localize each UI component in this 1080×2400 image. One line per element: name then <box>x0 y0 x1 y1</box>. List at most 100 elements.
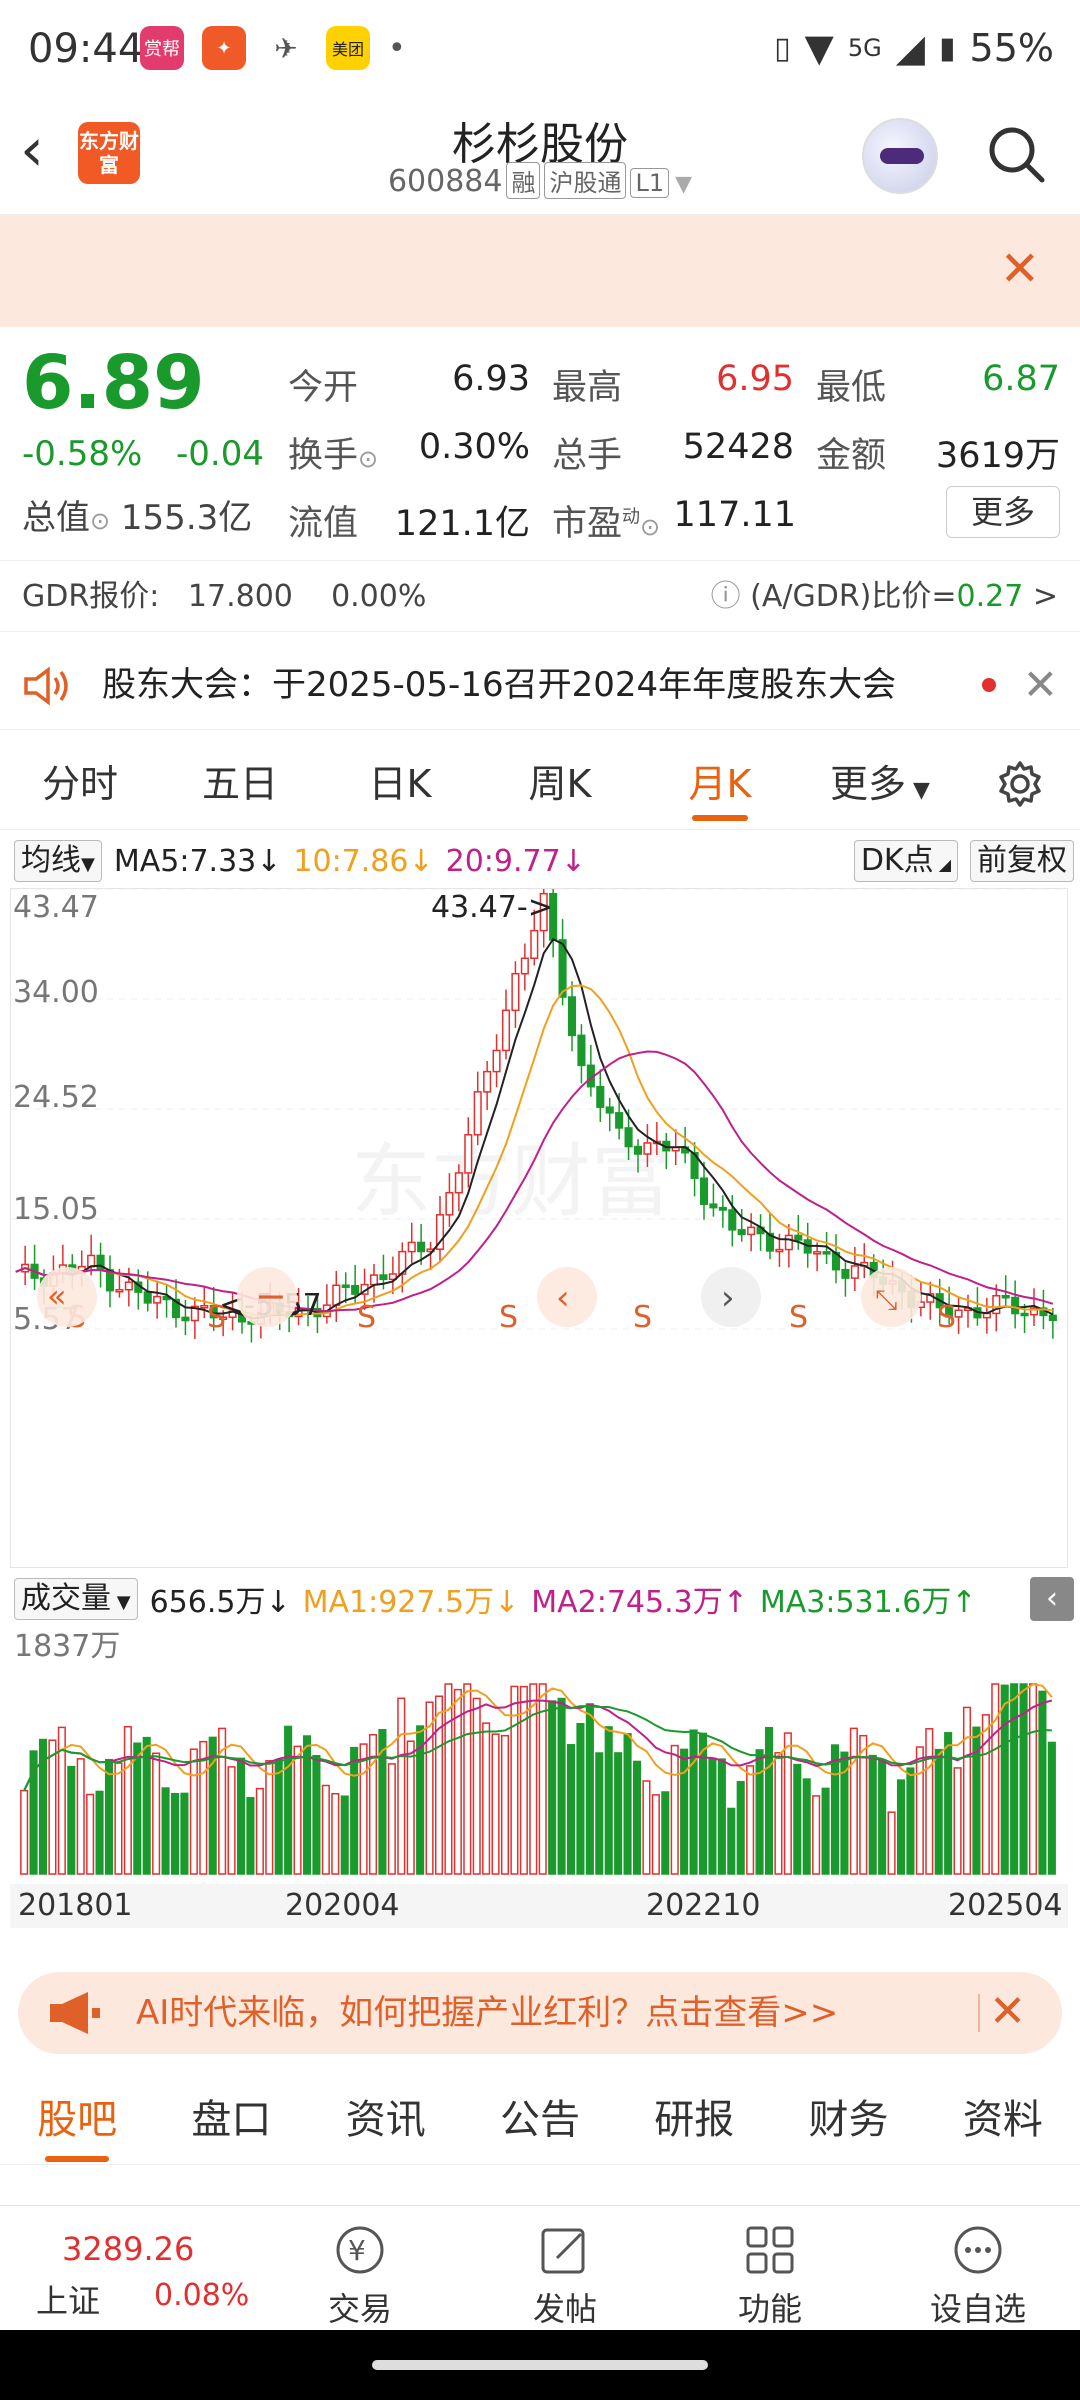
tab-monthly-k[interactable]: 月K <box>640 738 800 829</box>
volume-bar <box>331 1793 340 1875</box>
quote-label: 换手⊙ <box>288 427 378 478</box>
info-icon[interactable]: ⊙ <box>640 513 660 541</box>
notice-text: 股东大会：于2025-05-16召开2024年年度股东大会 <box>102 665 897 705</box>
candle-body <box>520 957 529 975</box>
functions-button[interactable]: 功能 <box>700 2222 840 2330</box>
x-label: 202210 <box>646 1888 761 1923</box>
settings-gear-svg <box>999 761 1041 807</box>
tab-pankou[interactable]: 盘口 <box>154 2075 308 2164</box>
tab-five-day[interactable]: 五日 <box>160 738 320 829</box>
volume-bar <box>557 1697 566 1875</box>
volume-ma-line <box>23 1705 1052 1792</box>
volume-bar <box>284 1725 293 1875</box>
gdr-row[interactable]: GDR报价: 17.800 0.00% ⓘ (A/GDR)比价=0.27 > <box>0 560 1080 632</box>
volume-bar <box>359 1743 368 1875</box>
volume-bar <box>651 1794 660 1875</box>
tab-weekly-k[interactable]: 周K <box>480 738 640 829</box>
volume-bar <box>491 1733 500 1875</box>
volume-bar <box>793 1763 802 1875</box>
candle-body <box>615 1112 624 1129</box>
tab-news[interactable]: 资讯 <box>309 2075 463 2164</box>
candle-body <box>718 1206 727 1211</box>
candle-body <box>501 1009 511 1052</box>
pe-type: 动 <box>622 505 641 527</box>
add-watchlist-label: 设自选 <box>929 2290 1026 2328</box>
adjust-button[interactable]: 前复权 <box>970 840 1074 882</box>
dk-point-button[interactable]: DK点 ◢ <box>853 840 958 882</box>
info-icon[interactable]: ⊙ <box>90 507 110 535</box>
volume-ma3-text: MA3:531.6万 <box>759 1585 952 1620</box>
chart-grid <box>11 888 1067 1330</box>
volume-bar <box>227 1766 236 1875</box>
trade-button[interactable]: ¥ 交易 <box>290 2222 430 2330</box>
candle-body <box>407 1241 416 1253</box>
candlestick-chart[interactable]: 东方财富 43.47 34.00 24.52 15.05 5.57 43.47-… <box>10 879 1068 1568</box>
quote-cell: 最高 6.95 <box>552 359 816 410</box>
post-button[interactable]: 发帖 <box>495 2222 635 2330</box>
close-icon[interactable]: ✕ <box>989 1986 1026 2037</box>
volume-bar <box>529 1683 538 1875</box>
volume-bar <box>76 1758 85 1875</box>
volume-bar <box>161 1787 170 1875</box>
candle-body <box>643 1142 652 1155</box>
tab-intraday[interactable]: 分时 <box>0 738 160 829</box>
promo-banner[interactable]: AI时代来临，如何把握产业红利？点击查看>> ✕ <box>18 1972 1062 2054</box>
home-indicator[interactable] <box>372 2360 708 2370</box>
index-ticker[interactable]: 3289.26 上证 0.08% <box>36 2230 249 2322</box>
volume-bar <box>397 1697 406 1875</box>
candle-body <box>1011 1296 1020 1315</box>
quote-value: 52428 <box>682 426 794 467</box>
candle-body <box>709 1203 718 1209</box>
tab-guba[interactable]: 股吧 <box>0 2075 154 2164</box>
ma20-text: 20:9.77 <box>445 843 561 879</box>
volume-bar <box>887 1811 896 1875</box>
scroll-left-button[interactable]: ‹ <box>537 1267 597 1327</box>
network-type: 5G <box>847 34 882 62</box>
tab-more[interactable]: 更多 ▼ <box>800 738 960 829</box>
gear-icon[interactable] <box>960 738 1080 829</box>
assistant-avatar[interactable] <box>862 118 938 194</box>
total-value-amount: 155.3亿 <box>120 498 253 538</box>
x-label: 201801 <box>18 1888 133 1923</box>
volume-selector[interactable]: 成交量 ▼ <box>14 1578 138 1620</box>
quote-label: 市盈动⊙ <box>552 495 660 546</box>
tab-research[interactable]: 研报 <box>617 2075 771 2164</box>
candle-body <box>464 1134 473 1174</box>
volume-chart[interactable]: 1837万 <box>10 1626 1068 1876</box>
tag-level: L1 <box>630 168 670 198</box>
volume-bar <box>189 1748 198 1875</box>
close-icon[interactable]: ✕ <box>1000 241 1040 297</box>
ma-selector[interactable]: 均线▼ <box>14 840 102 882</box>
volume-bar <box>368 1734 378 1875</box>
fullscreen-button[interactable]: ⤡ <box>861 1267 921 1327</box>
gdr-ratio[interactable]: ⓘ (A/GDR)比价=0.27 > <box>711 561 1058 633</box>
quote-cell: 市盈动⊙ 117.11 <box>552 495 796 546</box>
more-button[interactable]: 更多 <box>946 486 1060 538</box>
candle-body <box>850 1265 859 1279</box>
app-icon: 美团 <box>326 26 370 70</box>
collapse-icon[interactable]: ‹ <box>1030 1577 1074 1621</box>
info-icon[interactable]: ⊙ <box>358 445 378 473</box>
y-tick-label: 34.00 <box>13 975 99 1010</box>
system-nav-bar <box>0 2330 1080 2400</box>
candle-body <box>605 1106 614 1114</box>
rewind-button[interactable]: « <box>37 1267 97 1327</box>
quote-value: 0.30% <box>418 426 530 467</box>
tab-finance[interactable]: 财务 <box>771 2075 925 2164</box>
add-watchlist-button[interactable]: 设自选 <box>908 2222 1048 2330</box>
tab-profile[interactable]: 资料 <box>926 2075 1080 2164</box>
search-icon[interactable] <box>986 124 1046 184</box>
wifi-icon: ▼ <box>804 26 834 70</box>
tab-announcements[interactable]: 公告 <box>463 2075 617 2164</box>
quote-label-text: 换手 <box>288 435 359 476</box>
change-percent: -0.58% <box>22 434 143 474</box>
help-icon[interactable]: ⓘ <box>711 579 741 614</box>
tab-daily-k[interactable]: 日K <box>320 738 480 829</box>
volume-bar <box>387 1763 396 1875</box>
notice-bar[interactable]: 股东大会：于2025-05-16召开2024年年度股东大会 ✕ <box>0 640 1080 730</box>
close-icon[interactable]: ✕ <box>1023 640 1058 730</box>
volume-bar <box>1038 1690 1047 1875</box>
quote-row: 今开 6.93 最高 6.95 最低 6.87 <box>288 350 1060 418</box>
scroll-right-button[interactable]: › <box>701 1267 761 1327</box>
zoom-out-button[interactable]: − <box>237 1267 297 1327</box>
